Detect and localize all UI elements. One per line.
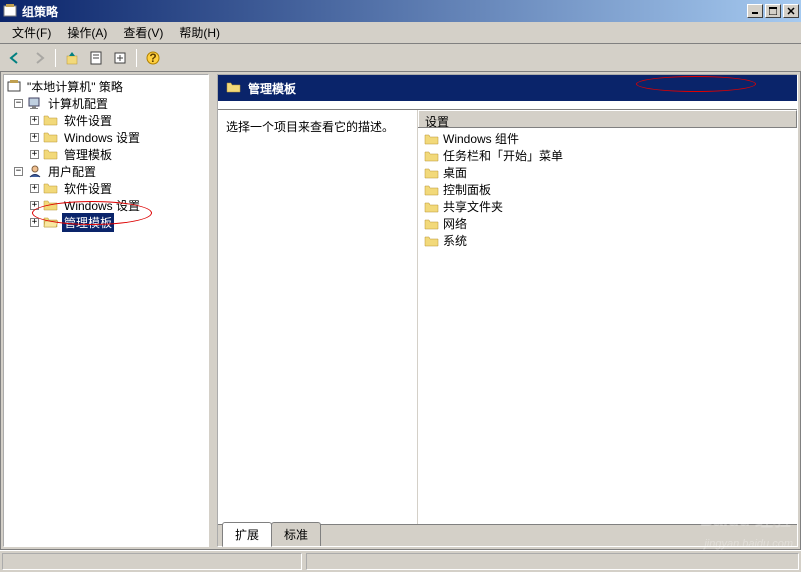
toolbar-separator	[136, 49, 137, 67]
status-cell	[2, 553, 302, 570]
app-icon	[2, 3, 18, 19]
tree-panel[interactable]: "本地计算机" 策略 − 计算机配置 + 软件设置 + Windows 设置	[3, 74, 209, 547]
list-item-label: 共享文件夹	[443, 198, 503, 215]
computer-icon	[27, 96, 43, 110]
list-item-label: 系统	[443, 232, 467, 249]
list-item-label: 网络	[443, 215, 467, 232]
folder-icon	[226, 80, 242, 97]
list-item-label: 任务栏和「开始」菜单	[443, 147, 563, 164]
folder-icon	[424, 183, 440, 197]
help-button[interactable]: ?	[142, 47, 164, 69]
list-body: Windows 组件 任务栏和「开始」菜单 桌面 控制面板 共享文件夹 网络 系…	[418, 128, 797, 251]
tree-item-windows[interactable]: + Windows 设置	[6, 197, 206, 213]
tree-item-windows[interactable]: + Windows 设置	[6, 129, 206, 145]
expand-icon[interactable]: +	[30, 133, 39, 142]
menu-file[interactable]: 文件(F)	[4, 22, 59, 43]
svg-text:?: ?	[149, 51, 156, 65]
tree-computer-config[interactable]: − 计算机配置	[6, 95, 206, 111]
collapse-icon[interactable]: −	[14, 99, 23, 108]
tab-extended[interactable]: 扩展	[222, 522, 272, 547]
tree-label: 管理模板	[62, 213, 114, 232]
menu-view[interactable]: 查看(V)	[115, 22, 171, 43]
statusbar	[0, 550, 801, 572]
expand-icon[interactable]: +	[30, 201, 39, 210]
tree: "本地计算机" 策略 − 计算机配置 + 软件设置 + Windows 设置	[4, 75, 208, 233]
list-item[interactable]: 共享文件夹	[420, 198, 795, 215]
expand-icon[interactable]: +	[30, 116, 39, 125]
back-button[interactable]	[4, 47, 26, 69]
expand-icon[interactable]: +	[30, 218, 39, 227]
titlebar: 组策略	[0, 0, 801, 22]
right-panel: 管理模板 选择一个项目来查看它的描述。 设置 Windows 组件 任务栏和「开…	[217, 74, 798, 547]
folder-icon	[424, 234, 440, 248]
properties-button[interactable]	[85, 47, 107, 69]
list-panel[interactable]: 设置 Windows 组件 任务栏和「开始」菜单 桌面 控制面板 共享文件夹 网…	[418, 110, 797, 524]
forward-button	[28, 47, 50, 69]
menu-action[interactable]: 操作(A)	[59, 22, 115, 43]
list-item-label: Windows 组件	[443, 130, 519, 147]
menubar: 文件(F) 操作(A) 查看(V) 帮助(H)	[0, 22, 801, 44]
list-item-label: 桌面	[443, 164, 467, 181]
expand-icon[interactable]: +	[30, 184, 39, 193]
header-title: 管理模板	[248, 80, 296, 97]
folder-icon	[424, 149, 440, 163]
list-item[interactable]: 系统	[420, 232, 795, 249]
export-button[interactable]	[109, 47, 131, 69]
toolbar-separator	[55, 49, 56, 67]
folder-icon	[424, 217, 440, 231]
close-button[interactable]	[783, 4, 799, 18]
folder-open-icon	[43, 215, 59, 229]
description-text: 选择一个项目来查看它的描述。	[226, 120, 394, 134]
folder-icon	[424, 132, 440, 146]
folder-icon	[43, 198, 59, 212]
list-item[interactable]: 任务栏和「开始」菜单	[420, 147, 795, 164]
folder-icon	[43, 130, 59, 144]
description-panel: 选择一个项目来查看它的描述。	[218, 110, 418, 524]
user-icon	[27, 164, 43, 178]
list-header: 设置	[418, 110, 797, 128]
list-item[interactable]: 网络	[420, 215, 795, 232]
tree-item-software[interactable]: + 软件设置	[6, 180, 206, 196]
maximize-button[interactable]	[765, 4, 781, 18]
tabs: 扩展 标准	[218, 524, 797, 546]
list-item-label: 控制面板	[443, 181, 491, 198]
window-title: 组策略	[22, 3, 745, 20]
status-cell	[306, 553, 799, 570]
toolbar: ?	[0, 44, 801, 72]
folder-icon	[424, 200, 440, 214]
up-button[interactable]	[61, 47, 83, 69]
tree-user-config[interactable]: − 用户配置	[6, 163, 206, 179]
column-header-setting[interactable]: 设置	[418, 110, 797, 127]
list-item[interactable]: 控制面板	[420, 181, 795, 198]
policy-icon	[6, 79, 22, 93]
right-body: 选择一个项目来查看它的描述。 设置 Windows 组件 任务栏和「开始」菜单 …	[218, 109, 797, 524]
menu-help[interactable]: 帮助(H)	[171, 22, 228, 43]
folder-icon	[43, 113, 59, 127]
splitter[interactable]	[211, 72, 215, 549]
main-area: "本地计算机" 策略 − 计算机配置 + 软件设置 + Windows 设置	[0, 72, 801, 550]
list-item[interactable]: 桌面	[420, 164, 795, 181]
list-item[interactable]: Windows 组件	[420, 130, 795, 147]
tree-item-admin[interactable]: + 管理模板	[6, 146, 206, 162]
tree-item-admin-selected[interactable]: + 管理模板	[6, 214, 206, 230]
right-header: 管理模板	[218, 75, 797, 101]
minimize-button[interactable]	[747, 4, 763, 18]
tree-root[interactable]: "本地计算机" 策略	[6, 78, 206, 94]
expand-icon[interactable]: +	[30, 150, 39, 159]
folder-icon	[43, 147, 59, 161]
window-controls	[745, 4, 799, 18]
tree-item-software[interactable]: + 软件设置	[6, 112, 206, 128]
folder-icon	[43, 181, 59, 195]
tab-standard[interactable]: 标准	[271, 522, 321, 546]
folder-icon	[424, 166, 440, 180]
collapse-icon[interactable]: −	[14, 167, 23, 176]
